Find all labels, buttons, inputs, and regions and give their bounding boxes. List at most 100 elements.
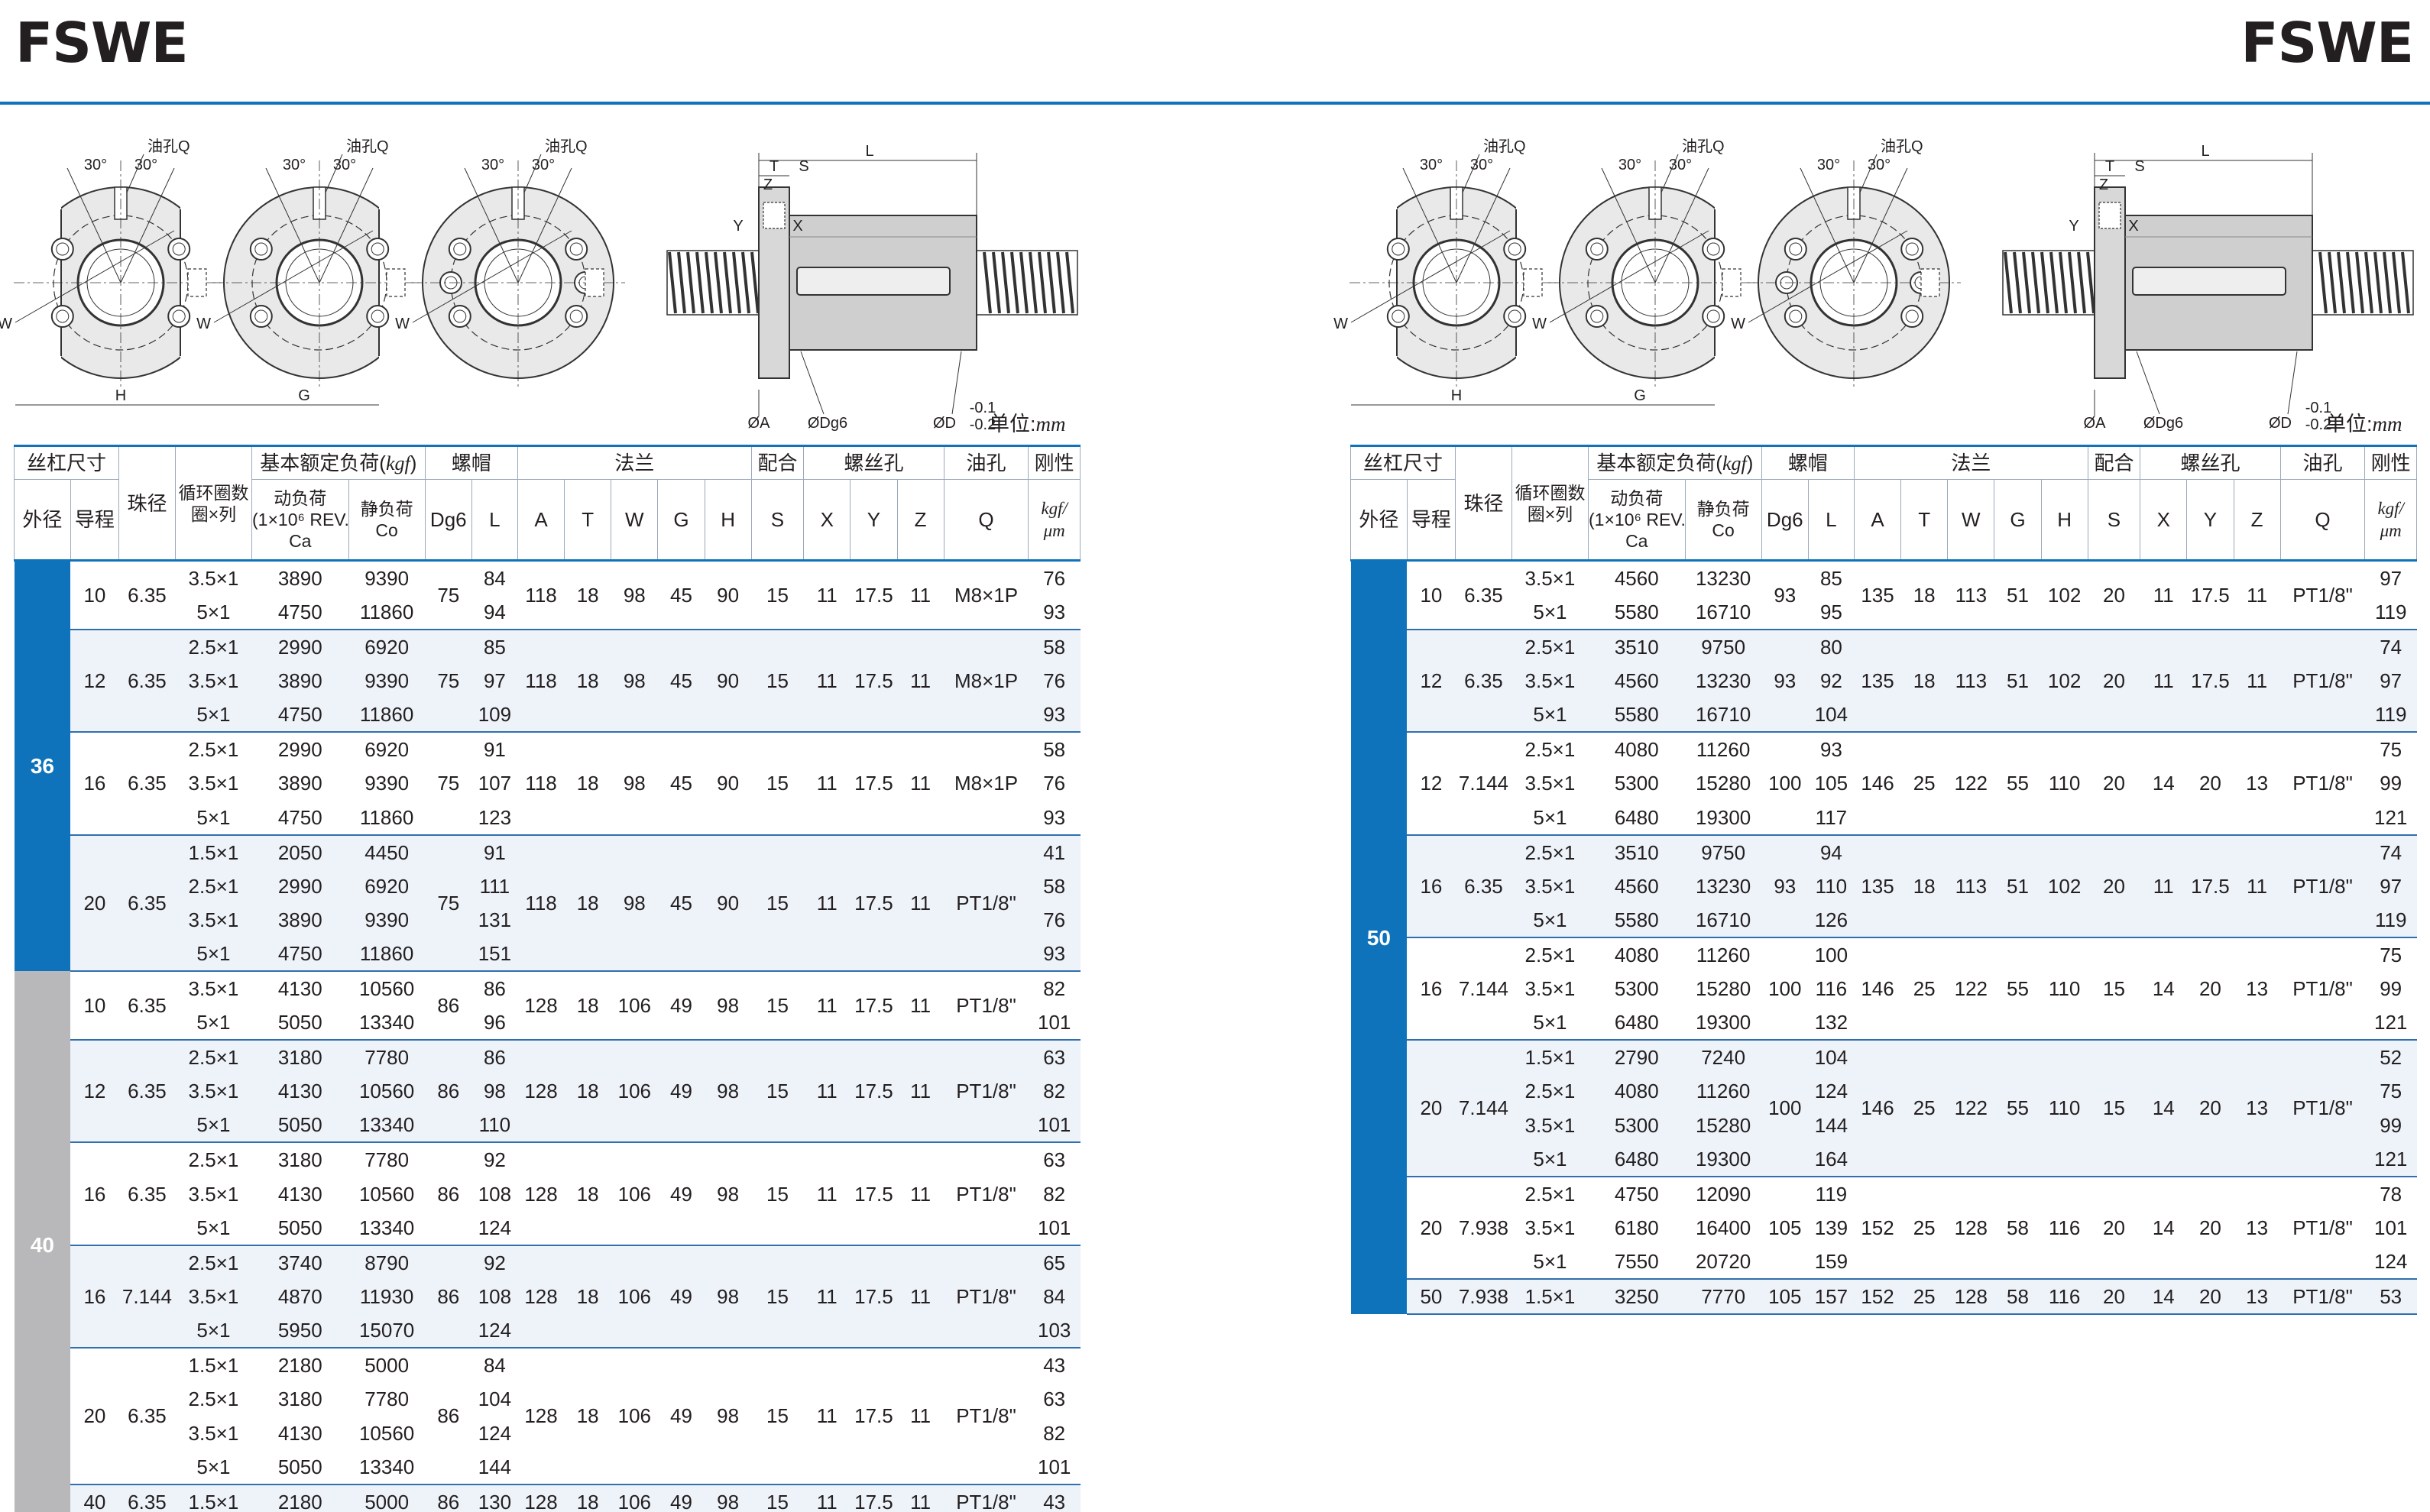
- cell-dg6: 86: [425, 1347, 472, 1484]
- th-bolt-hole: 螺丝孔: [803, 445, 944, 480]
- cell-h: 98: [705, 1244, 752, 1348]
- oil-hole-label: 油孔Q: [1682, 138, 1725, 155]
- spec-table-left: 丝杠尺寸 珠径 循环圈数圈×列 基本额定负荷(kgf) 螺帽 法兰 配合 螺丝孔…: [13, 445, 1081, 1512]
- cell-ball-dia: 6.35: [118, 628, 176, 733]
- cell-x: 11: [2140, 559, 2187, 630]
- cell-circuits: 3.5×1: [175, 1177, 252, 1211]
- cell-a: 128: [517, 1141, 565, 1245]
- flange-view-2: 30° 30° 油孔Q W G: [196, 138, 426, 406]
- cell-t: 18: [1900, 628, 1948, 733]
- cell-l: 159: [1808, 1245, 1855, 1280]
- bolt-hole: [1503, 305, 1527, 328]
- cell-stiffness: 82: [1028, 1177, 1081, 1211]
- cell-stiffness: 97: [2364, 664, 2417, 698]
- cell-stiffness: 119: [2364, 902, 2417, 937]
- cell-dynamic-load: 4130: [251, 1074, 349, 1109]
- rated-load-close: ): [1746, 451, 1754, 474]
- t-label: T: [770, 158, 779, 175]
- cell-h: 110: [2041, 731, 2088, 835]
- cell-static-load: 19300: [1685, 800, 1762, 835]
- g-label: G: [1634, 387, 1646, 404]
- t-label: T: [2105, 158, 2114, 175]
- cell-dynamic-load: 4750: [251, 698, 349, 733]
- th-screw-size: 丝杠尺寸: [13, 445, 120, 480]
- keyway: [187, 268, 207, 297]
- static-co: Co: [375, 520, 398, 540]
- cell-static-load: 11260: [1685, 1074, 1762, 1109]
- thread-line: [2318, 251, 2328, 314]
- th-nut: 螺帽: [424, 445, 518, 480]
- th-l: L: [1807, 479, 1855, 561]
- cell-z: 11: [2234, 628, 2281, 733]
- cell-lead: 16: [1407, 834, 1456, 937]
- cell-l: 96: [471, 1005, 518, 1041]
- cell-l: 131: [471, 902, 518, 937]
- cell-dynamic-load: 5580: [1588, 595, 1686, 630]
- cell-a: 128: [517, 970, 565, 1041]
- thread-line: [723, 251, 732, 314]
- cell-stiffness: 97: [2364, 559, 2417, 595]
- cell-lead: 16: [70, 1141, 119, 1245]
- cell-dg6: 93: [1761, 559, 1809, 630]
- cell-g: 55: [1994, 1039, 2042, 1177]
- cell-g: 49: [657, 1244, 705, 1348]
- cell-dg6: 100: [1761, 1039, 1809, 1177]
- angle-label: 30°: [1420, 157, 1443, 173]
- cell-w: 98: [611, 559, 658, 630]
- oil-hole-label: 油孔Q: [1483, 138, 1526, 155]
- cell-static-load: 7240: [1685, 1039, 1762, 1075]
- cell-dynamic-load: 3510: [1588, 834, 1686, 869]
- bolt-hole: [1386, 238, 1410, 261]
- cell-g: 49: [657, 1483, 705, 1512]
- cell-dg6: 100: [1761, 731, 1809, 835]
- cell-circuits: 3.5×1: [1511, 1108, 1589, 1142]
- cell-circuits: 3.5×1: [175, 1279, 252, 1314]
- cell-static-load: 16400: [1685, 1210, 1762, 1245]
- cell-static-load: 15280: [1685, 766, 1762, 801]
- cell-x: 11: [2140, 628, 2187, 733]
- unit-label-right: 单位:mm: [2325, 407, 2402, 437]
- cell-dynamic-load: 2790: [1588, 1039, 1686, 1075]
- leader-line: [2136, 351, 2160, 415]
- cell-dynamic-load: 3510: [1588, 629, 1686, 664]
- thread-line: [2373, 251, 2383, 314]
- cell-circuits: 5×1: [175, 1005, 252, 1041]
- bolt-hole: [1702, 305, 1725, 328]
- cell-z: 13: [2234, 731, 2281, 835]
- thread-line: [2355, 251, 2364, 314]
- cell-l: 157: [1808, 1278, 1855, 1316]
- cell-a: 152: [1854, 1175, 1901, 1280]
- cell-z: 11: [2234, 559, 2281, 630]
- cell-lead: 16: [1407, 936, 1456, 1041]
- table-row: 16 6.35 2.5×1 3510 9750 93 94 135 18 113 51 102 20 11…: [1351, 834, 2417, 937]
- cell-l: 144: [471, 1449, 518, 1484]
- th-w: W: [1947, 479, 1995, 561]
- side-oil-hole: [763, 202, 786, 229]
- cell-t: 18: [564, 1244, 611, 1348]
- cell-dynamic-load: 3180: [251, 1382, 349, 1416]
- cell-z: 11: [897, 1039, 944, 1143]
- cell-z: 11: [897, 628, 944, 733]
- cell-w: 122: [1947, 1039, 1994, 1177]
- th-g: G: [1994, 479, 2042, 561]
- rated-load-unit: kgf: [1722, 452, 1747, 474]
- cell-dynamic-load: 3890: [251, 902, 349, 937]
- stiff-unit-1: kgf/: [1041, 499, 1068, 518]
- cell-q: PT1/8": [2280, 731, 2365, 835]
- bolt-hole: [1900, 305, 1924, 328]
- thread-line: [695, 251, 705, 314]
- cell-s: 15: [751, 1039, 804, 1143]
- angle-label: 30°: [1618, 157, 1641, 173]
- bolt-hole: [1585, 305, 1609, 328]
- cell-y: 17.5: [850, 559, 897, 630]
- keyway: [386, 268, 406, 297]
- cell-y: 17.5: [2186, 628, 2234, 733]
- dynamic-ca: Ca: [1625, 531, 1648, 551]
- dynamic-rev: (1×10⁶ REV.): [252, 510, 349, 529]
- cell-stiffness: 76: [1028, 664, 1081, 698]
- cell-l: 105: [1808, 766, 1855, 801]
- cell-stiffness: 58: [1028, 629, 1081, 664]
- cell-stiffness: 84: [1028, 1279, 1081, 1314]
- cell-s: 15: [751, 559, 804, 630]
- cell-a: 128: [517, 1347, 565, 1484]
